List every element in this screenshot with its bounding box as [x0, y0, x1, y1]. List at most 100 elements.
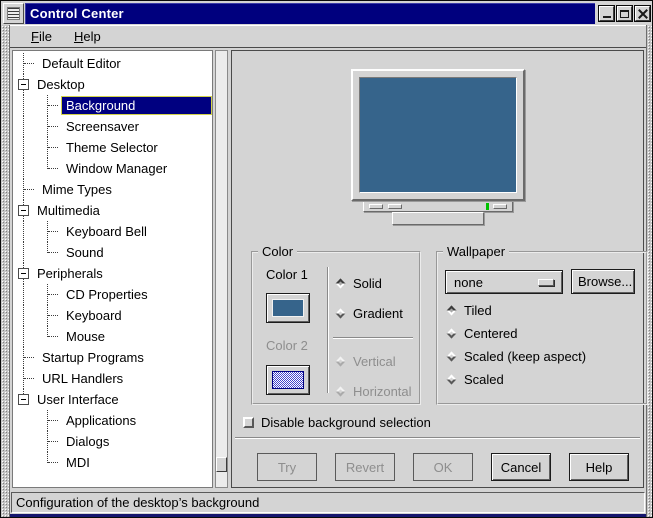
close-icon [638, 9, 648, 19]
maximize-button[interactable] [617, 6, 632, 21]
wallpaper-dropdown[interactable]: none [445, 270, 563, 294]
action-button[interactable]: Help [569, 453, 629, 481]
tree-item[interactable]: Mouse [13, 326, 212, 347]
action-button[interactable]: Try [257, 453, 317, 481]
tree-connector [48, 441, 58, 442]
radio-icon [336, 309, 346, 319]
radio-option[interactable]: Scaled (keep aspect) [446, 348, 586, 365]
tree-item[interactable]: Keyboard [13, 305, 212, 326]
color1-swatch [272, 299, 304, 317]
minimize-icon [603, 16, 611, 18]
monitor-button-icon [388, 204, 402, 209]
tree-connector [24, 357, 34, 358]
category-tree: Default Editor Desktop Background [12, 50, 213, 488]
tree-item[interactable]: Window Manager [13, 158, 212, 179]
color-group: Color Color 1 Color 2 [251, 251, 421, 405]
titlebar-strip[interactable]: Control Center [25, 3, 595, 24]
scrollbar-thumb[interactable] [216, 457, 227, 472]
window-frame-left [1, 25, 10, 517]
tree-item[interactable]: Sound [13, 242, 212, 263]
menubar: File Help [10, 25, 646, 47]
tree-item[interactable]: Screensaver [13, 116, 212, 137]
tree-item-label: Window Manager [61, 159, 212, 178]
expander-icon[interactable] [18, 79, 29, 90]
tree-item[interactable]: Desktop [13, 74, 212, 95]
monitor-bezel [351, 69, 525, 201]
expander-icon[interactable] [18, 394, 29, 405]
monitor-stand [392, 212, 484, 225]
status-text: Configuration of the desktop’s backgroun… [16, 495, 259, 510]
tree-item[interactable]: Theme Selector [13, 137, 212, 158]
tree-item[interactable]: Peripherals [13, 263, 212, 284]
radio-option[interactable]: Vertical [335, 353, 413, 370]
close-button[interactable] [635, 6, 650, 21]
radio-option[interactable]: Horizontal [335, 383, 413, 400]
tree-item[interactable]: User Interface [13, 389, 212, 410]
buttons-separator [235, 437, 640, 439]
window-menu-icon [7, 7, 20, 20]
minimize-button[interactable] [599, 6, 614, 21]
expander-icon[interactable] [18, 205, 29, 216]
wallpaper-dropdown-value: none [454, 275, 483, 290]
radio-icon [447, 352, 457, 362]
tree-item-label: Desktop [32, 75, 212, 94]
tree-item[interactable]: MDI [13, 452, 212, 473]
checkbox-label: Disable background selection [261, 415, 431, 430]
tree-item-label: MDI [61, 453, 212, 472]
fill-type-radios: Solid Gradient [335, 275, 413, 400]
tree-connector [48, 462, 58, 463]
menu-item[interactable]: File [22, 27, 61, 46]
radio-option[interactable]: Centered [446, 325, 586, 342]
tree-item-label: Startup Programs [37, 348, 212, 367]
tree-connector [24, 63, 34, 64]
tree-item[interactable]: Background [13, 95, 212, 116]
color1-swatch-button[interactable] [266, 293, 310, 323]
tree-item-label: Theme Selector [61, 138, 212, 157]
tree-item-label: Keyboard Bell [61, 222, 212, 241]
radio-option[interactable]: Scaled [446, 371, 586, 388]
tree-item[interactable]: Keyboard Bell [13, 221, 212, 242]
checkbox-icon[interactable] [243, 417, 254, 428]
tree-item[interactable]: Multimedia [13, 200, 212, 221]
radio-option[interactable]: Solid [335, 275, 413, 292]
tree-item[interactable]: Mime Types [13, 179, 212, 200]
tree-item-label: Mime Types [37, 180, 212, 199]
color2-swatch [272, 371, 304, 389]
window-menu-button[interactable] [3, 3, 24, 24]
tree-connector [48, 126, 58, 127]
statusbar: Configuration of the desktop’s backgroun… [11, 492, 645, 513]
action-button[interactable]: Cancel [491, 453, 551, 481]
window-frame-bottom [10, 514, 646, 517]
radio-group-separator [333, 337, 413, 339]
tree-item-label: Multimedia [32, 201, 212, 220]
wallpaper-group: Wallpaper none Browse... Tiled [436, 251, 648, 405]
tree-item-label: Peripherals [32, 264, 212, 283]
tree-item[interactable]: URL Handlers [13, 368, 212, 389]
tree-connector [48, 315, 58, 316]
wallpaper-mode-radios: Tiled Centered Scaled (keep [446, 302, 586, 388]
tree-item[interactable]: Applications [13, 410, 212, 431]
action-button[interactable]: OK [413, 453, 473, 481]
disable-background-checkbox-row[interactable]: Disable background selection [243, 415, 431, 430]
dropdown-indicator-icon [538, 279, 554, 286]
color2-swatch-button[interactable] [266, 365, 310, 395]
radio-label: Scaled [464, 372, 504, 387]
tree-scrollbar[interactable] [215, 50, 228, 488]
tree-connector [48, 294, 58, 295]
menu-item[interactable]: Help [65, 27, 110, 46]
tree-item[interactable]: CD Properties [13, 284, 212, 305]
tree-connector [48, 231, 58, 232]
radio-option[interactable]: Gradient [335, 305, 413, 322]
tree-item[interactable]: Dialogs [13, 431, 212, 452]
radio-icon [447, 329, 457, 339]
action-button[interactable]: Revert [335, 453, 395, 481]
tree-connector [24, 189, 34, 190]
monitor-button-icon [369, 204, 383, 209]
browse-button[interactable]: Browse... [571, 269, 635, 294]
tree-item[interactable]: Default Editor [13, 53, 212, 74]
power-led-icon [486, 203, 489, 210]
expander-icon[interactable] [18, 268, 29, 279]
radio-option[interactable]: Tiled [446, 302, 586, 319]
tree-item[interactable]: Startup Programs [13, 347, 212, 368]
titlebar: Control Center [1, 1, 652, 25]
